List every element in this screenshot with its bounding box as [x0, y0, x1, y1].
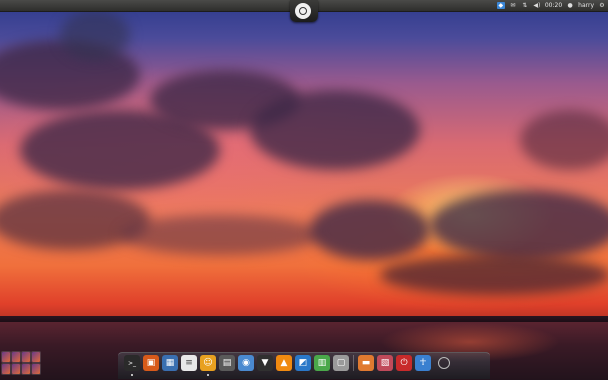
- dropbox-icon[interactable]: ◆: [496, 2, 505, 9]
- cloud: [60, 10, 130, 60]
- system-monitor-icon[interactable]: ▤: [219, 355, 235, 371]
- files-icon[interactable]: ▬: [358, 355, 374, 371]
- text-editor-icon[interactable]: ≡: [181, 355, 197, 371]
- pidgin-chat-icon[interactable]: ☺: [200, 355, 216, 376]
- ubuntu-logo-icon: [295, 3, 311, 19]
- cloud: [120, 215, 320, 255]
- user-icon[interactable]: ●: [566, 2, 574, 9]
- user-name[interactable]: harry: [578, 2, 594, 9]
- loading-spinner-icon: [438, 357, 450, 369]
- workspace-thumbnail[interactable]: [32, 352, 40, 362]
- workspace-thumbnail[interactable]: [12, 364, 20, 374]
- dock: >_ ▣ ▦ ≡ ☺ ▤ ◉ ▼ ▲ ◩ ▥ ▢ ▬ ▧ ⏻ ☥: [118, 352, 490, 379]
- software-center-icon[interactable]: ▣: [143, 355, 159, 371]
- workspace-thumbnail[interactable]: [22, 364, 30, 374]
- workspace-thumbnail[interactable]: [22, 352, 30, 362]
- cloud: [430, 190, 608, 260]
- gear-icon[interactable]: ⚙: [598, 2, 606, 9]
- mail-icon[interactable]: ✉: [509, 2, 517, 9]
- workspace-thumbnail[interactable]: [12, 352, 20, 362]
- dash-button[interactable]: [290, 0, 318, 22]
- system-tray: ◆ ✉ ⇅ ◀) 00:20 ● harry ⚙: [496, 0, 606, 11]
- workspace-thumbnail[interactable]: [32, 364, 40, 374]
- virtualbox-icon[interactable]: ◩: [295, 355, 311, 371]
- screenshot-icon[interactable]: ▢: [333, 355, 349, 371]
- cloud: [310, 200, 430, 260]
- clock[interactable]: 00:20: [545, 2, 562, 9]
- shutdown-icon[interactable]: ⏻: [396, 355, 412, 371]
- cloud: [380, 255, 608, 295]
- spreadsheet-icon[interactable]: ▥: [314, 355, 330, 371]
- synaptic-icon[interactable]: ▼: [257, 355, 273, 371]
- volume-icon[interactable]: ◀): [533, 2, 541, 9]
- workspace-switcher[interactable]: [2, 352, 40, 376]
- desktop-wallpaper: [0, 0, 608, 380]
- accessibility-icon[interactable]: ☥: [415, 355, 431, 371]
- browser-icon[interactable]: ◉: [238, 355, 254, 371]
- workspace-manager-icon[interactable]: ▦: [162, 355, 178, 371]
- workspace-thumbnail[interactable]: [2, 364, 10, 374]
- running-indicator: [131, 374, 133, 376]
- terminal-icon[interactable]: >_: [124, 355, 140, 376]
- network-icon[interactable]: ⇅: [521, 2, 529, 9]
- vlc-icon[interactable]: ▲: [276, 355, 292, 371]
- dock-items: >_ ▣ ▦ ≡ ☺ ▤ ◉ ▼ ▲ ◩ ▥ ▢ ▬ ▧ ⏻ ☥: [124, 355, 450, 376]
- workspace-thumbnail[interactable]: [2, 352, 10, 362]
- cloud: [250, 90, 420, 170]
- running-indicator: [207, 374, 209, 376]
- dock-separator: [353, 355, 354, 371]
- image-viewer-icon[interactable]: ▧: [377, 355, 393, 371]
